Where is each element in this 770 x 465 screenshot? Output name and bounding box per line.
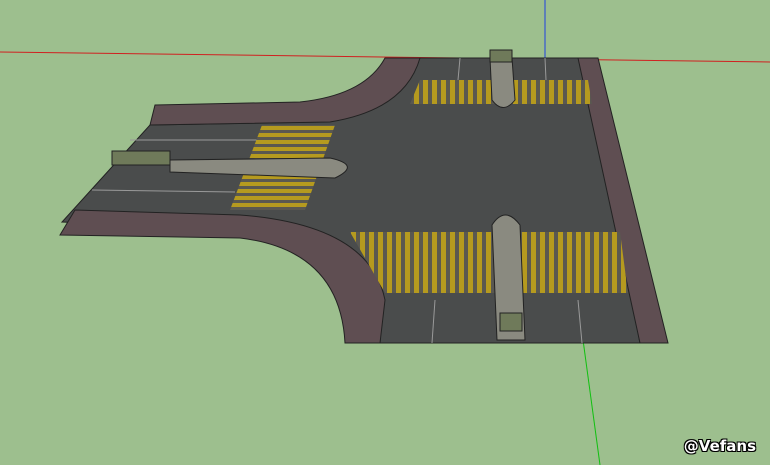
median-top-sign (489, 49, 513, 63)
median-bottom-sign (499, 312, 523, 332)
crosswalk-bottom (350, 232, 628, 293)
3d-viewport[interactable] (0, 0, 770, 465)
median-top (489, 57, 516, 108)
watermark: @Vefans (683, 437, 756, 455)
intersection-model[interactable] (59, 49, 669, 344)
median-left-sign (111, 150, 171, 166)
